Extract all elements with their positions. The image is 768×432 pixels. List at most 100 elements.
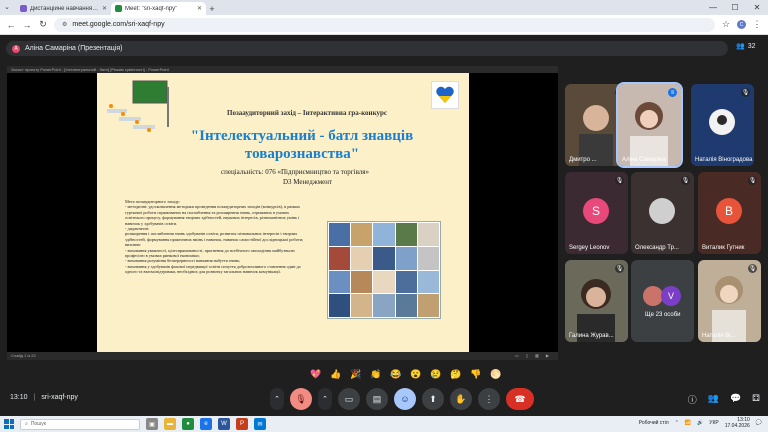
- reaction-heart-icon[interactable]: 💖: [310, 369, 322, 380]
- camera-button[interactable]: ▭: [338, 388, 360, 410]
- participant-tile[interactable]: 🎙 Галина Журав...: [565, 260, 628, 342]
- slide: Позааудиторний захід – Інтерактивна гра-…: [97, 73, 469, 352]
- taskbar-search[interactable]: ⌕ Пошук: [20, 418, 140, 430]
- browser-tab-meet[interactable]: Meet: "sri-xaqf-npy" ✕: [111, 2, 206, 15]
- people-icon: 👥: [736, 43, 745, 50]
- more-participants-label: Ще 23 особи: [645, 312, 681, 318]
- clock[interactable]: 13:10 17.04.2026: [725, 417, 750, 429]
- reaction-laugh-icon[interactable]: 😂: [390, 369, 402, 380]
- url-field[interactable]: ⚙ meet.google.com/sri-xaqf-npy: [54, 17, 715, 32]
- meeting-info: 13:10 | sri-xaqf-npy: [10, 394, 78, 401]
- goal-line: розширення і поглиблення знань здобувачі…: [125, 231, 304, 242]
- classroom-illustration: [107, 80, 169, 132]
- reaction-sad-icon[interactable]: 😢: [430, 369, 442, 380]
- participant-name: Наталія Ві...: [702, 333, 736, 339]
- bookmark-star-icon[interactable]: ☆: [721, 19, 731, 30]
- clock-date: 17.04.2026: [724, 423, 750, 429]
- participant-tile[interactable]: 🎙 Олександр Тр...: [631, 172, 694, 254]
- goal-line: - методичні: удосконалення методики пров…: [125, 204, 301, 226]
- meet-header: А Аліна Самаріна (Презентація) 👥 32: [0, 36, 768, 62]
- participant-name: Sergey Leonov: [569, 245, 610, 251]
- network-icon[interactable]: 📶: [685, 420, 691, 426]
- reactions-button[interactable]: ☺: [394, 388, 416, 410]
- reaction-surprised-icon[interactable]: 😮: [410, 369, 422, 380]
- task-view-icon[interactable]: ▣: [146, 418, 158, 430]
- powerpoint-icon[interactable]: P: [236, 418, 248, 430]
- reaction-thumbs-down-icon[interactable]: 👎: [470, 369, 482, 380]
- edge-icon[interactable]: e: [200, 418, 212, 430]
- slide-title: "Інтелектуальний - батл знавців товарозн…: [177, 127, 427, 163]
- notifications-icon[interactable]: 💬: [756, 420, 762, 426]
- forward-icon[interactable]: →: [22, 20, 32, 30]
- participant-tile[interactable]: В 🎙 Виталик Гутник: [698, 172, 761, 254]
- participant-avatar: S: [583, 198, 609, 224]
- close-tab-icon[interactable]: ✕: [102, 5, 107, 12]
- participant-tile[interactable]: ≡ Аліна Самаріна: [616, 82, 683, 168]
- volume-icon[interactable]: 🔊: [697, 420, 703, 426]
- mic-off-icon: 🎙: [615, 176, 624, 185]
- new-tab-button[interactable]: +: [206, 2, 218, 15]
- meet-controls-bar: 13:10 | sri-xaqf-npy ⌃ 🎙 ⌃ ▭ ▤ ☺ ⬆ ✋ ⋮ ☎…: [0, 385, 768, 413]
- meeting-code: sri-xaqf-npy: [41, 394, 78, 401]
- profile-avatar[interactable]: С: [737, 20, 746, 29]
- mic-off-button[interactable]: 🎙: [290, 388, 312, 410]
- view-buttons[interactable]: ▭ ▯ ▦ ▶: [515, 352, 552, 360]
- browser-menu-icon[interactable]: ⋮: [752, 19, 762, 30]
- site-info-icon[interactable]: ⚙: [62, 21, 67, 28]
- raise-hand-button[interactable]: ✋: [450, 388, 472, 410]
- reaction-clap-icon[interactable]: 👏: [370, 369, 382, 380]
- reaction-thumbs-up-icon[interactable]: 👍: [330, 369, 342, 380]
- tray-chevron-icon[interactable]: ⌃: [675, 420, 679, 426]
- word-icon[interactable]: W: [218, 418, 230, 430]
- tab-title: Дистанційне навчання в ВСП: [30, 5, 99, 12]
- activities-icon[interactable]: ⚃: [752, 393, 760, 406]
- slide-subtitle: Позааудиторний захід – Інтерактивна гра-…: [227, 109, 387, 117]
- mic-off-icon: 🎙: [681, 176, 690, 185]
- people-button[interactable]: 👥 32: [736, 42, 756, 51]
- present-button[interactable]: ⬆: [422, 388, 444, 410]
- close-tab-icon[interactable]: ✕: [197, 5, 202, 12]
- slide-title-line-2: товарознавства": [244, 146, 360, 162]
- slide-program: D3 Менеджмент: [283, 178, 333, 186]
- audio-options-chevron-icon[interactable]: ⌃: [270, 388, 284, 410]
- participant-name: Олександр Тр...: [635, 245, 679, 251]
- reaction-moon-icon[interactable]: 🌕: [490, 369, 502, 380]
- participant-tile[interactable]: 🎙 Наталія Віноградова: [691, 84, 754, 166]
- captions-button[interactable]: ▤: [366, 388, 388, 410]
- windows-start-icon[interactable]: [4, 419, 14, 429]
- reaction-thinking-icon[interactable]: 🤔: [450, 369, 462, 380]
- participant-name: Виталик Гутник: [702, 245, 745, 251]
- goal-line: - виховання у здобувачів фахової передви…: [125, 263, 301, 275]
- slide-goals: Мета позааудиторного заходу: - методичні…: [125, 199, 307, 275]
- browser-tab-learning[interactable]: Дистанційне навчання в ВСП ✕: [16, 2, 111, 15]
- mail-icon[interactable]: ✉: [254, 418, 266, 430]
- goal-line: - виховання уважності, цілеспрямованості…: [125, 247, 295, 259]
- close-window-icon[interactable]: ✕: [746, 0, 768, 15]
- maximize-icon[interactable]: ☐: [724, 0, 746, 15]
- video-options-chevron-icon[interactable]: ⌃: [318, 388, 332, 410]
- window-controls: — ☐ ✕: [702, 0, 768, 15]
- desktop-label[interactable]: Робочий стіл: [639, 420, 669, 426]
- minimize-icon[interactable]: —: [702, 0, 724, 15]
- reload-icon[interactable]: ↻: [38, 19, 48, 30]
- participant-tile[interactable]: 🎙 Наталія Ві...: [698, 260, 761, 342]
- presenter-chip: А Аліна Самаріна (Презентація): [6, 41, 728, 56]
- powerpoint-titlebar: Захист проєкту PowerPoint - [Інтелектуал…: [7, 66, 558, 73]
- file-explorer-icon[interactable]: ▬: [164, 418, 176, 430]
- reaction-party-icon[interactable]: 🎉: [350, 369, 362, 380]
- chat-icon[interactable]: 💬: [730, 393, 741, 406]
- info-icon[interactable]: ⓘ: [688, 393, 697, 406]
- trade-photo-collage: [327, 221, 441, 319]
- people-icon[interactable]: 👥: [708, 393, 719, 406]
- more-participants-tile[interactable]: V Ще 23 особи: [631, 260, 694, 342]
- windows-taskbar: ⌕ Пошук ▣ ▬ ● e W P ✉ Робочий стіл ⌃ 📶 🔊…: [0, 416, 768, 432]
- participant-tile[interactable]: S 🎙 Sergey Leonov: [565, 172, 628, 254]
- language-indicator[interactable]: УКР: [709, 420, 718, 426]
- leave-call-button[interactable]: ☎: [506, 388, 534, 410]
- more-options-button[interactable]: ⋮: [478, 388, 500, 410]
- browser-tab-strip: ⌄ Дистанційне навчання в ВСП ✕ Meet: "sr…: [0, 0, 768, 15]
- system-tray: Робочий стіл ⌃ 📶 🔊 УКР 13:10 17.04.2026 …: [639, 417, 762, 429]
- chrome-icon[interactable]: ●: [182, 418, 194, 430]
- back-icon[interactable]: ←: [6, 20, 16, 30]
- tab-search-icon[interactable]: ⌄: [4, 3, 13, 12]
